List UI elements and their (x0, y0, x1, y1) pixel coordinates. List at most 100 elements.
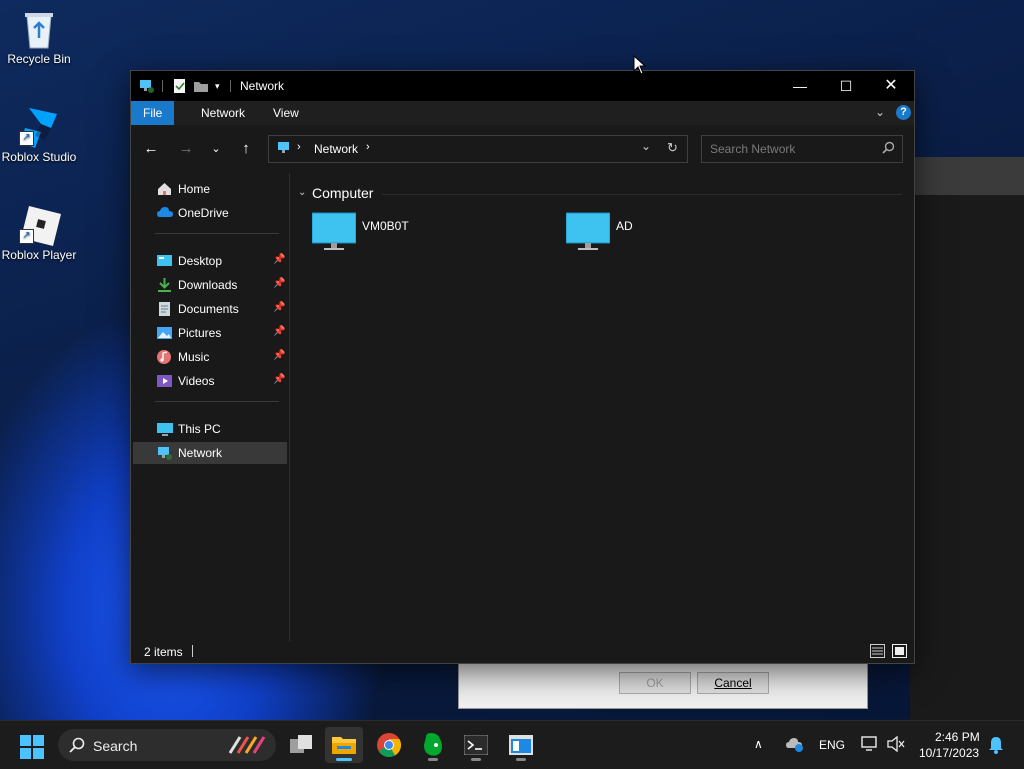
nav-item-network[interactable]: Network (133, 442, 287, 464)
tab-file[interactable]: File (131, 101, 175, 125)
nav-item-pictures[interactable]: Pictures 📌 (133, 322, 287, 344)
start-windows-icon[interactable] (20, 735, 44, 762)
taskbar-chrome[interactable] (370, 727, 408, 763)
nav-item-downloads[interactable]: Downloads 📌 (133, 274, 287, 296)
customize-qat-icon[interactable]: ▾ (215, 78, 220, 94)
search-input[interactable] (702, 136, 882, 162)
network-icon (157, 446, 172, 460)
pin-icon[interactable]: 📌 (273, 254, 285, 265)
taskbar-search[interactable]: Search (58, 729, 276, 761)
window-title: Network (240, 79, 285, 93)
tab-network[interactable]: Network (189, 101, 257, 125)
new-folder-icon[interactable] (193, 78, 209, 94)
onedrive-tray-icon[interactable] (786, 736, 804, 755)
background-window (910, 157, 1024, 720)
documents-icon (157, 302, 172, 316)
show-hidden-icons-chevron-icon[interactable]: ∧ (754, 737, 763, 751)
computer-monitor-icon (565, 211, 686, 256)
recent-locations-chevron-icon[interactable]: ⌄ (206, 139, 226, 159)
up-arrow-icon[interactable]: ↑ (236, 139, 256, 159)
desktop-icon-recycle-bin[interactable]: Recycle Bin (1, 8, 77, 66)
help-icon[interactable]: ? (896, 105, 911, 120)
group-header-computer[interactable]: Computer (312, 185, 373, 201)
desktop-icon-roblox-player[interactable]: ↗ Roblox Player (1, 204, 77, 262)
minimize-button[interactable]: — (777, 71, 823, 101)
large-icons-view-icon[interactable] (892, 644, 907, 661)
desktop-icon-roblox-studio[interactable]: ↗ Roblox Studio (1, 106, 77, 164)
computer-name-label: AD (616, 219, 633, 233)
shortcut-arrow-icon: ↗ (19, 131, 34, 146)
taskbar-evernote[interactable] (414, 727, 452, 763)
expand-ribbon-chevron-icon[interactable]: ⌄ (875, 105, 885, 119)
nav-item-desktop[interactable]: Desktop 📌 (133, 250, 287, 272)
computer-name-label: VM0B0T (362, 219, 409, 233)
taskbar-file-explorer[interactable] (325, 727, 363, 763)
address-dropdown-icon[interactable]: ⌄ (641, 139, 651, 153)
task-view-button[interactable] (282, 727, 320, 763)
ribbon-tabs: File Network View ⌄ ? (131, 101, 914, 125)
pin-icon[interactable]: 📌 (273, 278, 285, 289)
refresh-icon[interactable]: ↻ (667, 140, 678, 156)
computer-monitor-icon (311, 211, 472, 256)
nav-item-home[interactable]: Home (133, 178, 287, 200)
network-computer-item[interactable]: VM0B0T (311, 211, 472, 256)
nav-item-videos[interactable]: Videos 📌 (133, 370, 287, 392)
desktop-icon-label: Roblox Studio (1, 150, 77, 164)
clock-time[interactable]: 2:46 PM (935, 730, 980, 744)
breadcrumb-network[interactable]: Network (314, 142, 358, 156)
videos-icon (157, 374, 172, 388)
recycle-bin-icon (19, 8, 59, 49)
details-view-icon[interactable] (870, 644, 885, 661)
close-button[interactable]: ✕ (868, 71, 914, 101)
pin-icon[interactable]: 📌 (273, 374, 285, 385)
back-arrow-icon[interactable]: ← (141, 139, 161, 159)
music-note-icon (157, 350, 172, 364)
desktop-folder-icon (157, 254, 172, 268)
evernote-icon (424, 733, 442, 756)
notification-bell-icon[interactable] (988, 736, 1004, 757)
desktop-icon-label: Recycle Bin (7, 52, 71, 66)
onedrive-cloud-icon (157, 206, 173, 220)
taskbar-terminal[interactable] (457, 727, 495, 763)
breadcrumb-chevron-icon[interactable]: › (366, 141, 370, 153)
title-bar[interactable]: ▾ Network — ☐ ✕ (131, 71, 914, 101)
desktop-icon-label: Roblox Player (1, 248, 77, 262)
file-explorer-icon (332, 737, 356, 754)
file-explorer-window: ▾ Network — ☐ ✕ File Network View ⌄ ? ← … (130, 70, 915, 664)
nav-item-this-pc[interactable]: This PC (133, 418, 287, 440)
maximize-button[interactable]: ☐ (823, 71, 869, 101)
forward-arrow-icon[interactable]: → (176, 139, 196, 159)
pin-icon[interactable]: 📌 (273, 326, 285, 337)
nav-item-music[interactable]: Music 📌 (133, 346, 287, 368)
address-bar[interactable]: › Network › ⌄ ↻ (268, 135, 688, 163)
nav-item-onedrive[interactable]: OneDrive (133, 202, 287, 224)
taskbar-remote-app[interactable] (502, 727, 540, 763)
roblox-player-icon: ↗ (19, 204, 61, 246)
network-location-icon (277, 140, 293, 159)
home-icon (157, 182, 172, 196)
network-computer-item[interactable]: AD (565, 211, 686, 256)
properties-icon[interactable] (173, 78, 187, 94)
remote-desktop-window-icon (509, 735, 533, 755)
input-language-indicator[interactable]: ENG (819, 738, 845, 752)
volume-muted-icon[interactable] (887, 735, 905, 755)
dialog-cancel-button[interactable]: Cancel (697, 672, 769, 694)
clock-date[interactable]: 10/17/2023 (919, 746, 979, 760)
dialog-ok-button[interactable]: OK (619, 672, 691, 694)
task-view-icon (290, 735, 312, 753)
content-pane: ⌄ Computer VM0B0T AD (290, 173, 914, 641)
terminal-icon (464, 735, 488, 755)
search-box[interactable] (701, 135, 903, 163)
group-collapse-chevron-icon[interactable]: ⌄ (298, 187, 306, 198)
taskbar: Search ∧ ENG 2:46 PM 10/17/2023 (0, 720, 1024, 769)
roblox-studio-icon: ↗ (19, 106, 59, 148)
navigation-bar: ← → ⌄ ↑ › Network › ⌄ ↻ (131, 125, 914, 173)
search-highlight-pencils-icon (226, 735, 270, 758)
network-status-icon[interactable] (861, 736, 879, 755)
search-icon[interactable] (882, 141, 895, 157)
this-pc-icon (157, 422, 173, 436)
tab-view[interactable]: View (261, 101, 311, 125)
nav-item-documents[interactable]: Documents 📌 (133, 298, 287, 320)
pin-icon[interactable]: 📌 (273, 350, 285, 361)
pin-icon[interactable]: 📌 (273, 302, 285, 313)
